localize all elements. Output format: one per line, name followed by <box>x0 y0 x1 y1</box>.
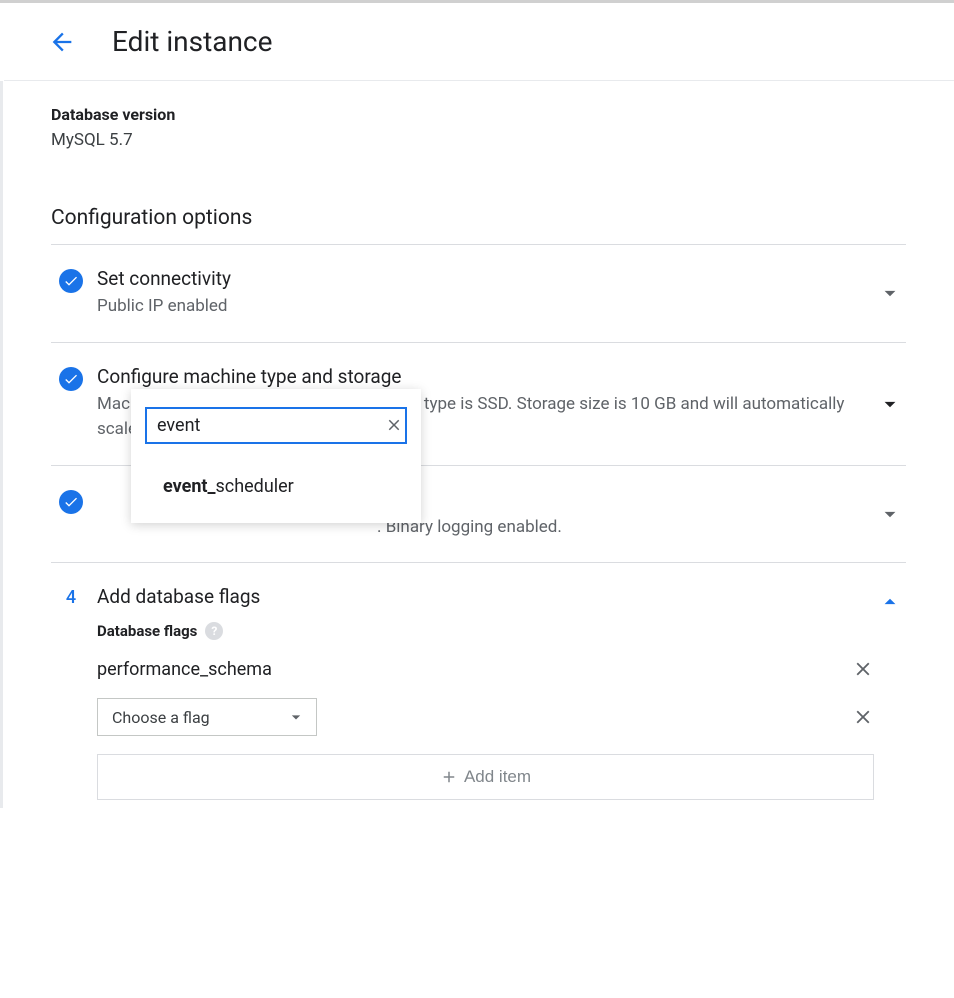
help-icon[interactable]: ? <box>205 622 223 640</box>
clear-icon[interactable] <box>385 416 403 434</box>
page-header: Edit instance <box>0 3 954 80</box>
autocomplete-popup: event_scheduler <box>131 389 421 523</box>
flag-search-input[interactable] <box>157 415 385 436</box>
remove-flag-icon[interactable] <box>852 658 874 680</box>
check-circle-icon <box>59 490 83 514</box>
collapse-icon[interactable] <box>874 589 906 615</box>
db-version-value: MySQL 5.7 <box>51 130 906 150</box>
flag-row-performance-schema: performance_schema <box>97 658 874 680</box>
page-title: Edit instance <box>112 25 272 58</box>
expand-icon[interactable] <box>874 391 906 417</box>
step-number: 4 <box>59 587 83 608</box>
option-title: Set connectivity <box>97 267 874 290</box>
autocomplete-input-wrap[interactable] <box>145 407 407 444</box>
option-machine-type[interactable]: Configure machine type and storage Machi… <box>51 343 906 466</box>
config-options-heading: Configuration options <box>51 206 906 230</box>
option-subtitle: Public IP enabled <box>97 294 874 320</box>
chevron-down-icon <box>286 707 306 727</box>
autocomplete-suggestion[interactable]: event_scheduler <box>131 466 421 507</box>
plus-icon <box>440 768 458 786</box>
expand-icon[interactable] <box>874 501 906 527</box>
db-version-label: Database version <box>51 105 906 124</box>
flag-name: performance_schema <box>97 659 272 680</box>
flag-row-new: Choose a flag <box>97 698 874 736</box>
option-database-flags: 4 Add database flags Database flags ? pe… <box>51 563 906 808</box>
database-flags-label: Database flags <box>97 622 197 640</box>
option-title: Add database flags <box>97 585 874 608</box>
remove-flag-icon[interactable] <box>852 706 874 728</box>
add-item-button[interactable]: Add item <box>97 754 874 800</box>
check-circle-icon <box>59 367 83 391</box>
expand-icon[interactable] <box>874 280 906 306</box>
select-placeholder: Choose a flag <box>112 708 210 727</box>
check-circle-icon <box>59 269 83 293</box>
back-arrow-icon[interactable] <box>48 28 76 56</box>
option-title: Configure machine type and storage <box>97 365 874 388</box>
option-connectivity[interactable]: Set connectivity Public IP enabled <box>51 245 906 343</box>
choose-flag-select[interactable]: Choose a flag <box>97 698 317 736</box>
